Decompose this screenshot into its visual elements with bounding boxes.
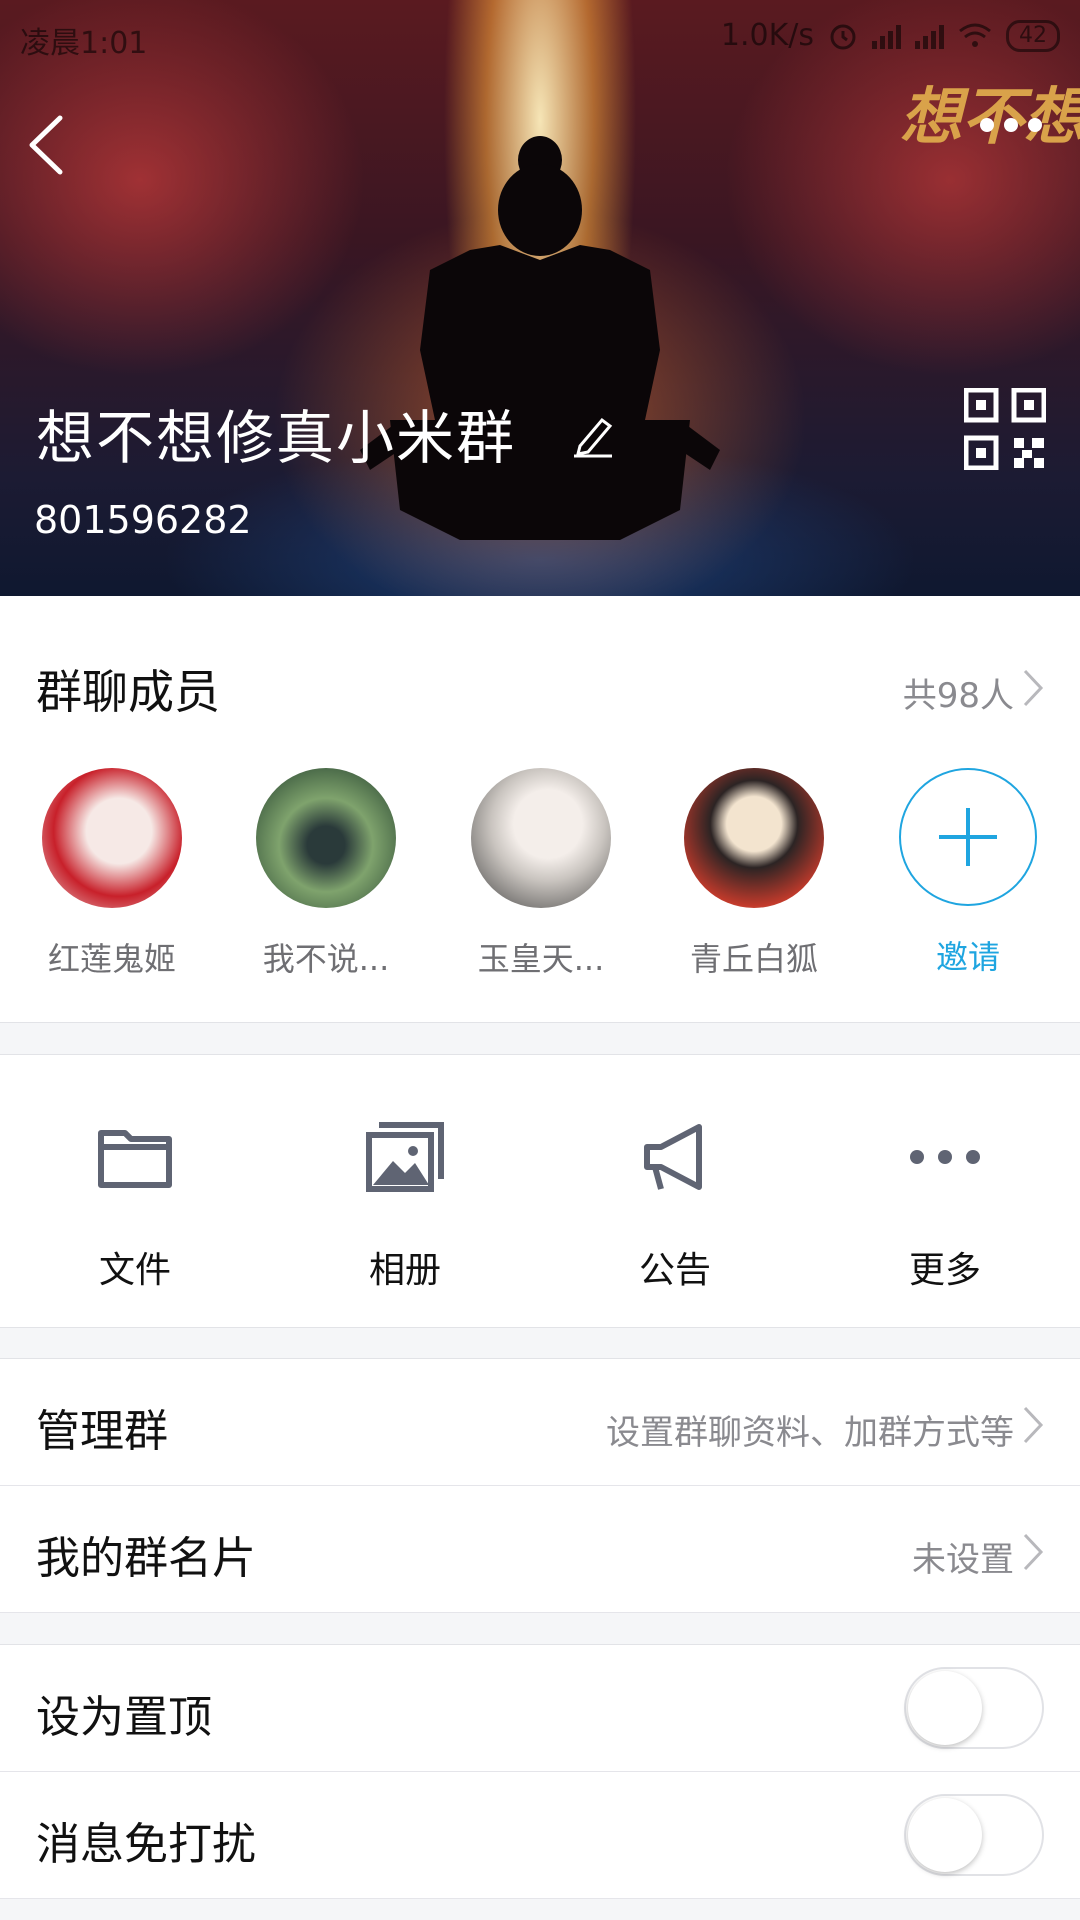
more-options-button[interactable]: [980, 118, 1042, 132]
toggle-knob: [908, 1671, 982, 1745]
manage-group-row[interactable]: 管理群 设置群聊资料、加群方式等: [0, 1358, 1080, 1486]
row-label: 设为置顶: [36, 1692, 212, 1743]
member-name: 玉皇天...: [477, 940, 605, 978]
shortcut-files[interactable]: 文件: [0, 1107, 270, 1293]
shortcut-album[interactable]: 相册: [270, 1107, 540, 1293]
shortcut-label: 相册: [368, 1250, 441, 1291]
members-title: 群聊成员: [36, 665, 220, 719]
group-id: 801596282: [34, 498, 252, 542]
back-arrow-icon[interactable]: [20, 110, 80, 180]
row-value: 未设置: [912, 1540, 1014, 1580]
shortcut-grid: 文件 相册 公告 更多: [0, 1054, 1080, 1328]
row-label: 我的群名片: [36, 1533, 256, 1584]
pin-top-row: 设为置顶: [0, 1644, 1080, 1772]
battery-indicator: 42: [1006, 19, 1060, 52]
chevron-right-icon: [1023, 1533, 1044, 1571]
row-label: 消息免打扰: [36, 1819, 256, 1870]
member-name: 我不说...: [262, 940, 390, 978]
toggle-knob: [908, 1798, 982, 1872]
shortcut-label: 更多: [908, 1250, 981, 1291]
invite-label: 邀请: [935, 938, 1000, 976]
group-name: 想不想修真小米群: [36, 404, 517, 472]
pin-top-toggle[interactable]: [904, 1667, 1044, 1749]
signal-icon: [872, 23, 901, 49]
wifi-icon: [959, 23, 991, 47]
do-not-disturb-row: 消息免打扰: [0, 1772, 1080, 1899]
more-dots-icon: [910, 1150, 980, 1164]
member-item[interactable]: 红莲鬼姬: [22, 768, 202, 980]
status-time: 凌晨1:01: [20, 26, 148, 61]
album-icon: [366, 1122, 444, 1192]
member-name: 青丘白狐: [689, 940, 818, 978]
member-avatar[interactable]: [42, 768, 182, 908]
group-header-banner: 凌晨1:01 1.0K/s 42 想不想修 想不想修真小米群: [0, 0, 1080, 596]
member-avatar[interactable]: [684, 768, 824, 908]
member-name: 红莲鬼姬: [47, 940, 176, 978]
members-count[interactable]: 共98人: [903, 668, 1014, 717]
megaphone-icon: [644, 1124, 702, 1190]
member-avatar[interactable]: [256, 768, 396, 908]
signal-icon-2: [915, 23, 944, 49]
member-item[interactable]: 玉皇天...: [451, 768, 631, 980]
member-item[interactable]: 青丘白狐: [664, 768, 844, 980]
group-card-row[interactable]: 我的群名片 未设置: [0, 1486, 1080, 1613]
member-avatar[interactable]: [471, 768, 611, 908]
folder-icon: [98, 1130, 172, 1188]
member-item[interactable]: 我不说...: [236, 768, 416, 980]
shortcut-label: 文件: [98, 1250, 171, 1291]
shortcut-label: 公告: [638, 1250, 711, 1291]
qr-code-icon[interactable]: [964, 388, 1046, 470]
chevron-right-icon[interactable]: [1022, 668, 1044, 708]
shortcut-announcement[interactable]: 公告: [540, 1107, 810, 1293]
meditating-figure-image: [360, 136, 720, 540]
group-members-section: 群聊成员 共98人 红莲鬼姬 我不说... 玉皇天... 青丘白狐 邀请: [0, 596, 1080, 1023]
row-value: 设置群聊资料、加群方式等: [606, 1413, 1014, 1453]
edit-pencil-icon[interactable]: [572, 412, 614, 458]
do-not-disturb-toggle[interactable]: [904, 1794, 1044, 1876]
svg-text:想不想修: 想不想修: [900, 80, 1080, 153]
shortcut-more[interactable]: 更多: [810, 1107, 1080, 1293]
chevron-right-icon: [1023, 1406, 1044, 1444]
invite-plus-icon[interactable]: [899, 768, 1037, 906]
row-label: 管理群: [36, 1406, 168, 1457]
invite-button[interactable]: 邀请: [878, 768, 1058, 978]
alarm-icon: [830, 24, 856, 49]
network-speed: 1.0K/s: [720, 18, 814, 53]
